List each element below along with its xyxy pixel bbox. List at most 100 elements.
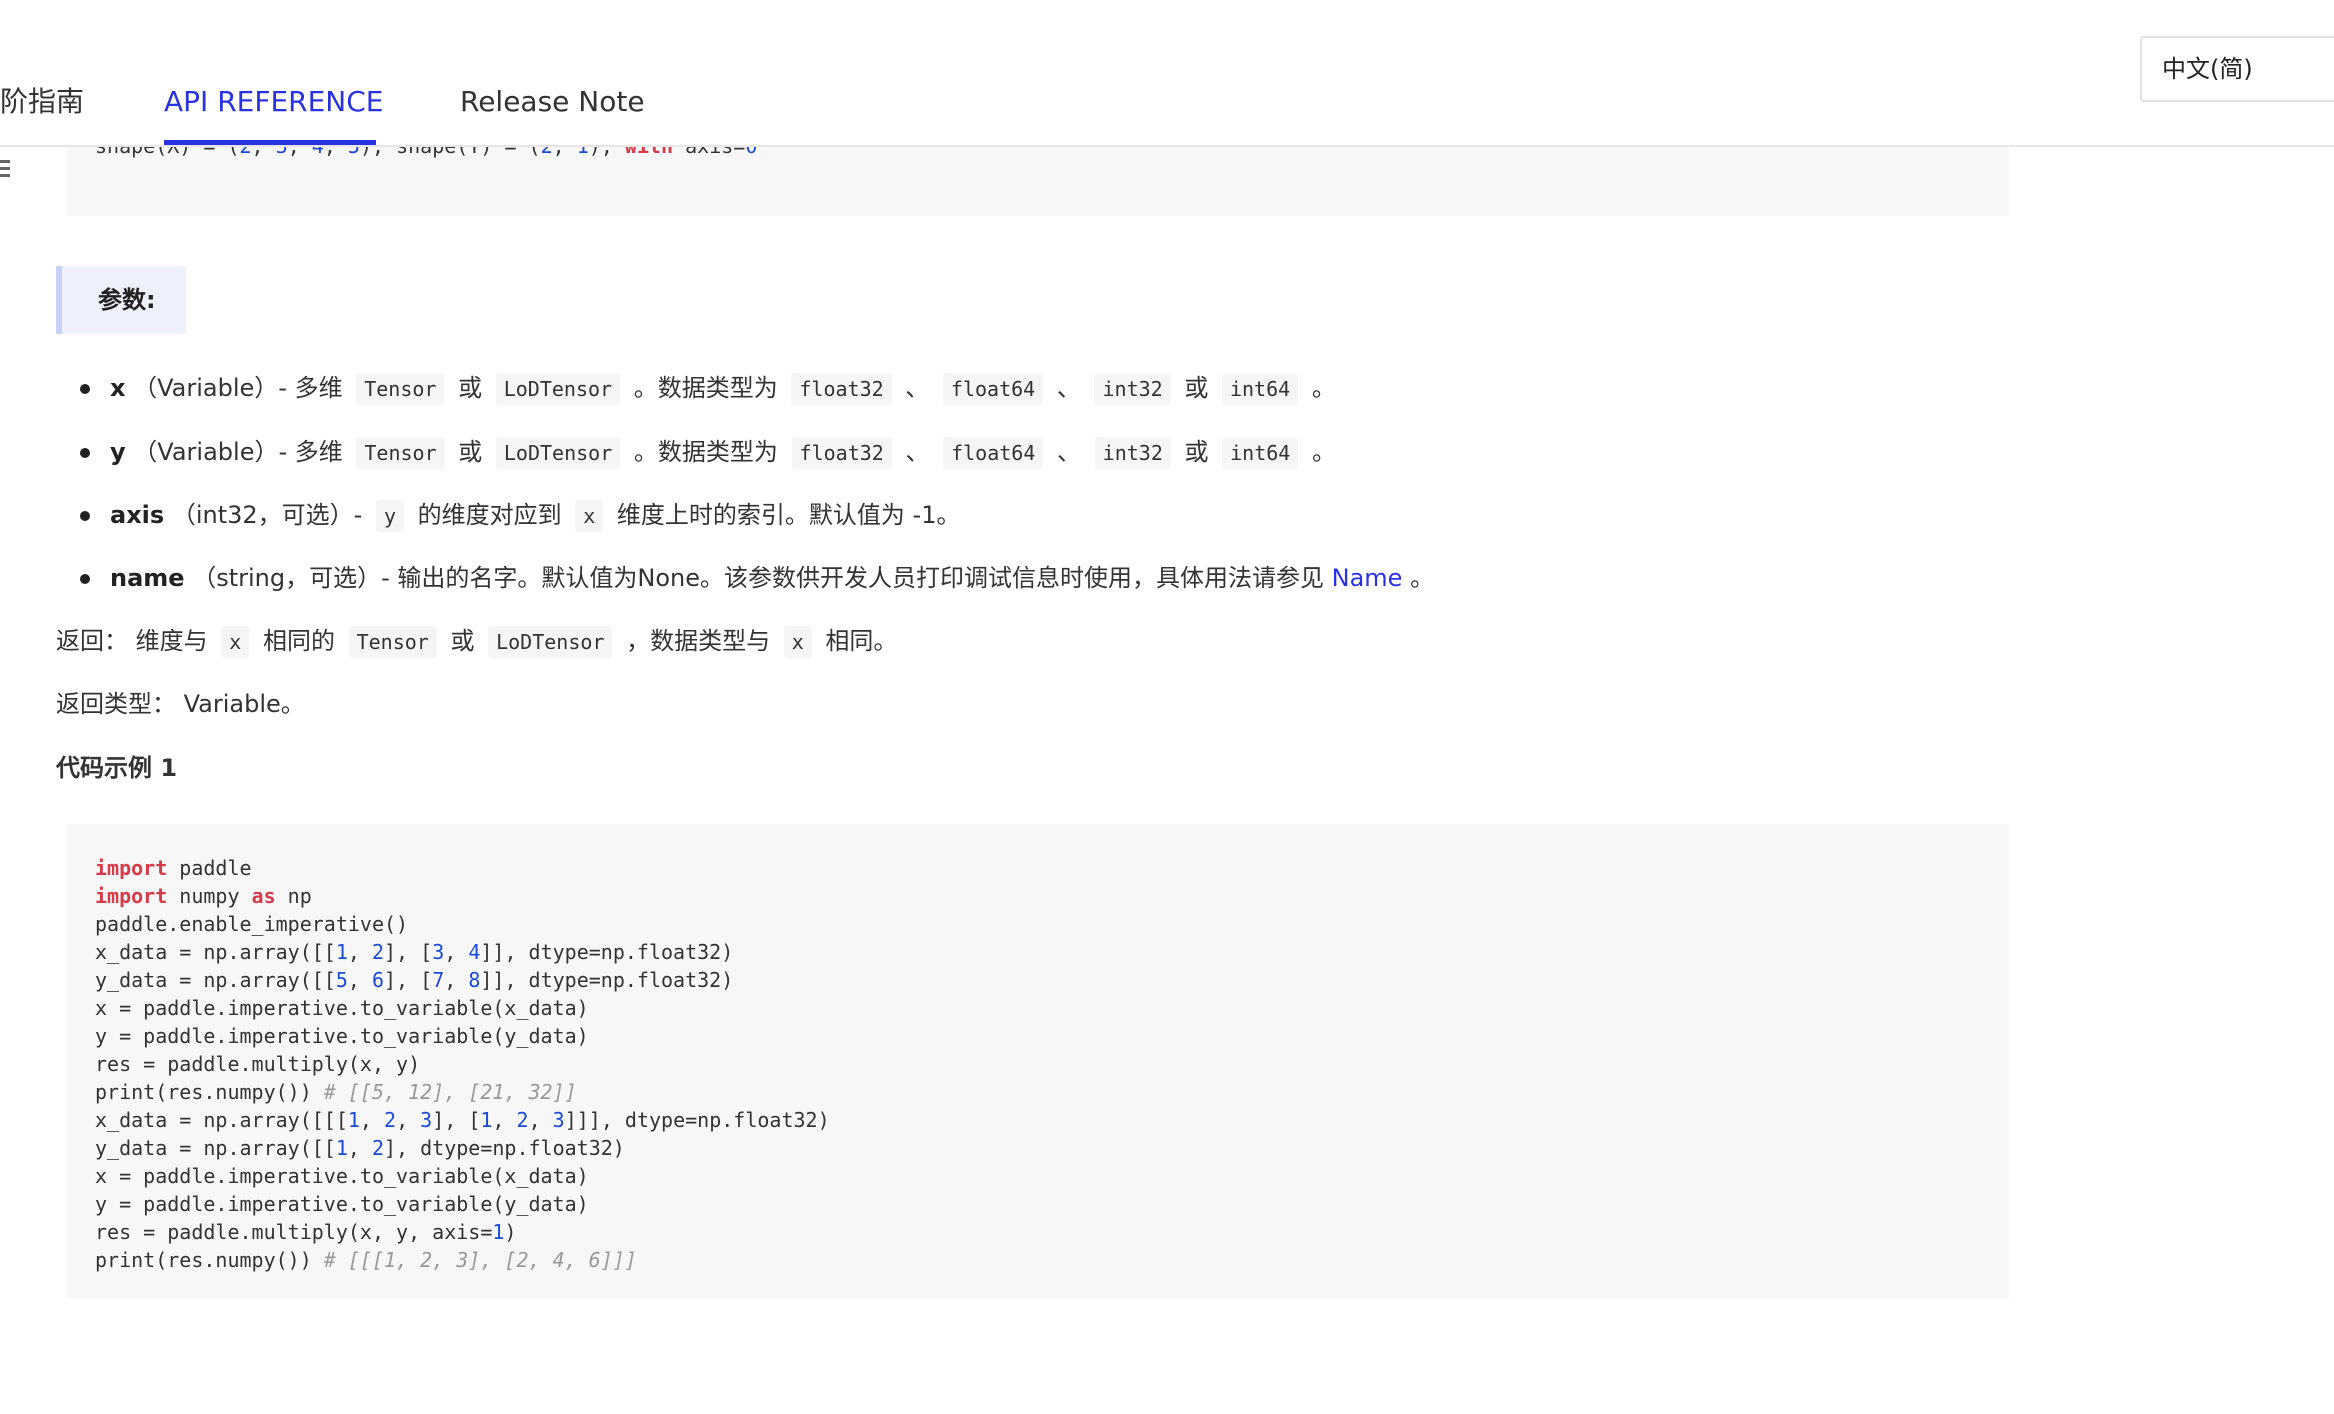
code-chip: int32 [1094, 373, 1171, 405]
code-text: , [444, 968, 469, 992]
code-text: , [347, 1136, 372, 1160]
code-text: y = paddle.imperative.to_variable(y_data… [95, 1192, 589, 1216]
code-text: np [275, 884, 312, 908]
code-number: 3 [420, 1108, 433, 1132]
code-number: 3 [552, 1108, 565, 1132]
param-item-name: name （string，可选）- 输出的名字。默认值为None。该参数供开发人… [110, 564, 1435, 592]
param-name: x [110, 374, 126, 402]
code-text: x_data = np.array([[[ [95, 1108, 348, 1132]
code-line: paddle.enable_imperative() [95, 910, 1981, 938]
code-text: x_data = np.array([[ [95, 940, 336, 964]
code-comment: # [[[1, 2, 3], [2, 4, 6]]] [323, 1248, 637, 1272]
code-number: 2 [516, 1108, 529, 1132]
code-text: y_data = np.array([[ [95, 1136, 336, 1160]
code-number: 1 [480, 1108, 493, 1132]
code-text: , [492, 1108, 517, 1132]
code-number: 4 [468, 940, 481, 964]
code-text: x = paddle.imperative.to_variable(x_data… [95, 996, 589, 1020]
code-text: , [347, 968, 372, 992]
code-chip: x [783, 626, 812, 658]
tab-api-reference[interactable]: API REFERENCE [164, 82, 383, 122]
code-line: y_data = np.array([[1, 2], dtype=np.floa… [95, 1134, 1981, 1162]
code-chip: Tensor [356, 373, 445, 405]
code-chip: int32 [1094, 437, 1171, 469]
code-text: ]], dtype=np.float32) [480, 968, 734, 992]
code-text: x = paddle.imperative.to_variable(x_data… [95, 1164, 589, 1188]
bullet-dot [80, 448, 90, 458]
code-number: 1 [335, 1136, 348, 1160]
code-chip: y [375, 500, 404, 532]
code-text: ]]], dtype=np.float32) [564, 1108, 830, 1132]
code-line: x = paddle.imperative.to_variable(x_data… [95, 1162, 1981, 1190]
returns-line: 返回： 维度与 x 相同的 Tensor 或 LoDTensor ，数据类型与 … [56, 623, 897, 659]
code-line: import paddle [95, 854, 1981, 882]
tab-release-note[interactable]: Release Note [460, 82, 645, 122]
code-chip: x [221, 626, 250, 658]
code-keyword: import [95, 856, 168, 880]
code-chip: LoDTensor [495, 373, 621, 405]
code-chip: float64 [943, 437, 1044, 469]
language-selector[interactable]: 中文(简) [2140, 36, 2334, 102]
top-nav-bar: 阶指南 API REFERENCE Release Note 中文(简) [0, 0, 2334, 147]
code-text: res = paddle.multiply(x, y) [95, 1052, 421, 1076]
tab-advanced-guide[interactable]: 阶指南 [0, 82, 84, 122]
code-chip: float32 [791, 437, 892, 469]
code-text: y_data = np.array([[ [95, 968, 336, 992]
code-chip: float64 [942, 373, 1044, 405]
code-number: 8 [468, 968, 481, 992]
code-text: paddle.enable_imperative() [95, 912, 409, 936]
name-link[interactable]: Name [1332, 564, 1403, 592]
code-text: ], [ [432, 1108, 481, 1132]
param-name: axis [110, 501, 165, 529]
example-title: 代码示例 1 [56, 754, 178, 782]
code-line: y = paddle.imperative.to_variable(y_data… [95, 1022, 1981, 1050]
param-item-axis: axis （int32，可选）- y 的维度对应到 x 维度上时的索引。默认值为… [110, 497, 960, 533]
code-text: ], [ [384, 940, 433, 964]
params-heading: 参数: [56, 266, 186, 334]
param-name: y [110, 438, 126, 466]
code-text: , [528, 1108, 553, 1132]
code-text: paddle [167, 856, 252, 880]
code-line: res = paddle.multiply(x, y) [95, 1050, 1981, 1078]
code-text: ], [ [384, 968, 433, 992]
code-number: 2 [371, 1136, 385, 1160]
code-line: x_data = np.array([[1, 2], [3, 4]], dtyp… [95, 938, 1981, 966]
code-text: res = paddle.multiply(x, y, axis= [95, 1220, 493, 1244]
toc-menu-icon[interactable] [0, 156, 16, 184]
code-text: print(res.numpy()) [95, 1248, 324, 1272]
code-number: 2 [371, 940, 385, 964]
code-chip: int64 [1222, 437, 1299, 469]
code-number: 6 [371, 968, 385, 992]
code-chip: LoDTensor [495, 437, 621, 469]
code-line: x_data = np.array([[[1, 2, 3], [1, 2, 3]… [95, 1106, 1981, 1134]
bullet-dot [80, 574, 90, 584]
code-chip: float32 [791, 373, 892, 405]
code-line: print(res.numpy()) # [[[1, 2, 3], [2, 4,… [95, 1246, 1981, 1274]
param-item-y: y （Variable）- 多维 Tensor 或 LoDTensor 。数据类… [110, 434, 1336, 470]
code-line: y = paddle.imperative.to_variable(y_data… [95, 1190, 1981, 1218]
param-name: name [110, 564, 185, 592]
code-text: ]], dtype=np.float32) [480, 940, 734, 964]
code-chip: x [575, 500, 604, 532]
code-text: ) [504, 1220, 517, 1244]
code-text: , [396, 1108, 421, 1132]
code-number: 5 [335, 968, 348, 992]
code-keyword: import [95, 884, 168, 908]
code-line: res = paddle.multiply(x, y, axis=1) [95, 1218, 1981, 1246]
code-line: y_data = np.array([[5, 6], [7, 8]], dtyp… [95, 966, 1981, 994]
return-type-label: 返回类型： [56, 690, 176, 718]
code-number: 2 [384, 1108, 397, 1132]
code-text: , [444, 940, 469, 964]
code-number: 1 [492, 1220, 505, 1244]
code-text: y = paddle.imperative.to_variable(y_data… [95, 1024, 589, 1048]
code-text: , [347, 940, 372, 964]
code-number: 7 [432, 968, 445, 992]
code-keyword: as [251, 884, 276, 908]
code-number: 1 [335, 940, 348, 964]
code-example-block: import paddle import numpy as np paddle.en… [67, 824, 2009, 1298]
code-chip: Tensor [348, 626, 437, 658]
code-number: 3 [432, 940, 445, 964]
code-chip: int64 [1221, 373, 1299, 405]
code-line: print(res.numpy()) # [[5, 12], [21, 32]] [95, 1078, 1981, 1106]
code-line: import numpy as np [95, 882, 1981, 910]
